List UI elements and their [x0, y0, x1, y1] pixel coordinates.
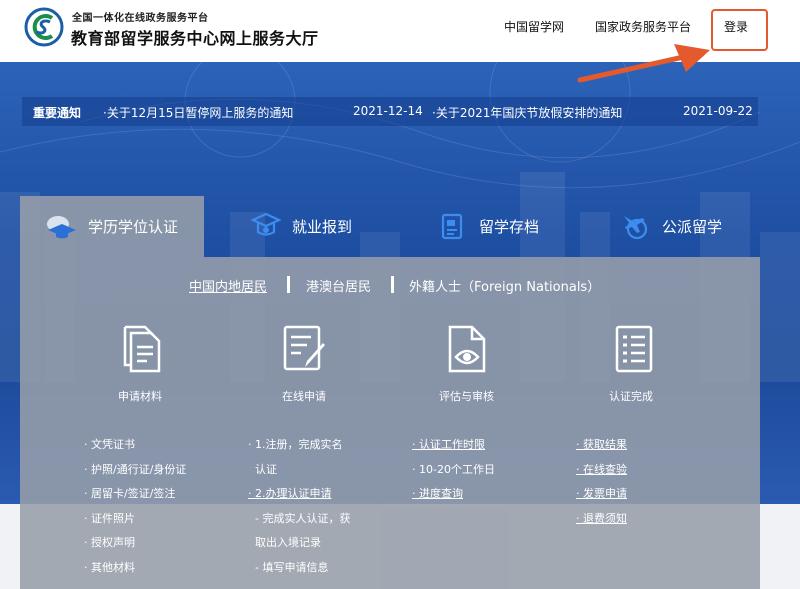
notice-date-2: 2021-09-22 [683, 104, 753, 118]
online-verify-link[interactable]: · 在线查验 [576, 461, 627, 486]
step-label-online-apply: 在线申请 [282, 390, 326, 403]
notice-bar: 重要通知 ·关于12月15日暂停网上服务的通知 2021-12-14 ·关于20… [22, 97, 758, 126]
list-item: · 居留卡/签证/签注 [84, 487, 176, 501]
tab-label: 公派留学 [662, 218, 723, 236]
list-item: - 填写申请信息 [255, 560, 329, 574]
get-result-link[interactable]: · 获取结果 [576, 436, 627, 461]
documents-icon [123, 325, 161, 373]
list-item: · 10-20个工作日 [412, 462, 495, 476]
tab-label: 就业报到 [292, 218, 353, 236]
notice-item-2[interactable]: ·关于2021年国庆节放假安排的通知 [432, 104, 622, 121]
tab-label: 学历学位认证 [88, 218, 179, 236]
step-label-review: 评估与审核 [439, 390, 494, 403]
csc-logo-icon[interactable] [24, 7, 64, 47]
list-item: · 授权声明 [84, 536, 135, 550]
time-limit-link[interactable]: · 认证工作时限 [412, 436, 495, 461]
invoice-apply-link[interactable]: · 发票申请 [576, 485, 627, 510]
pointer-arrow-icon [577, 44, 710, 83]
step-label-complete: 认证完成 [609, 390, 653, 403]
list-item: · 其他材料 [84, 560, 135, 574]
subtab-divider [287, 276, 290, 293]
refund-notice-link[interactable]: · 退费须知 [576, 510, 627, 535]
online-apply-list: · 1.注册，完成实名 认证 · 2.办理认证申请 - 完成实人认证，获 取出入… [248, 436, 350, 584]
subtab-mainland-residents[interactable]: 中国内地居民 [189, 276, 267, 295]
graduation-cap-icon [47, 216, 76, 239]
list-item: · 文凭证书 [84, 438, 135, 451]
archive-icon [441, 213, 463, 240]
list-item: · 1.注册，完成实名 [248, 438, 343, 451]
subtab-foreign-nationals[interactable]: 外籍人士（Foreign Nationals） [409, 276, 600, 295]
subtab-hk-macao-taiwan[interactable]: 港澳台居民 [306, 276, 371, 295]
platform-label: 全国一体化在线政务服务平台 [72, 13, 209, 24]
site-title: 教育部留学服务中心网上服务大厅 [71, 29, 319, 48]
complete-list: · 获取结果 · 在线查验 · 发票申请 · 退费须知 [576, 436, 627, 534]
employment-icon [250, 212, 282, 236]
login-button[interactable]: 登录 [724, 18, 748, 35]
list-item: - 完成实人认证，获 [255, 511, 351, 525]
apply-certification-link[interactable]: · 2.办理认证申请 [248, 485, 350, 510]
notice-date-1: 2021-12-14 [353, 104, 423, 118]
notice-item-1[interactable]: ·关于12月15日暂停网上服务的通知 [103, 104, 293, 121]
nav-link-cscse[interactable]: 中国留学网 [504, 18, 564, 35]
notice-label: 重要通知 [33, 106, 82, 120]
list-item: 认证 [255, 462, 277, 476]
materials-list: · 文凭证书 · 护照/通行证/身份证 · 居留卡/签证/签注 · 证件照片 ·… [84, 436, 186, 584]
airplane-globe-icon [624, 216, 648, 240]
nav-link-gov-platform[interactable]: 国家政务服务平台 [595, 18, 691, 35]
list-item: · 护照/通行证/身份证 [84, 462, 187, 476]
checklist-icon [615, 325, 653, 373]
list-item: 取出入境记录 [255, 536, 321, 550]
subtab-divider [391, 276, 394, 293]
edit-form-icon [283, 325, 325, 371]
list-item: · 证件照片 [84, 511, 135, 525]
progress-query-link[interactable]: · 进度查询 [412, 485, 495, 510]
tab-label: 留学存档 [479, 218, 540, 236]
review-eye-icon [448, 325, 486, 373]
step-label-materials: 申请材料 [118, 390, 162, 403]
review-list: · 认证工作时限 · 10-20个工作日 · 进度查询 [412, 436, 495, 510]
